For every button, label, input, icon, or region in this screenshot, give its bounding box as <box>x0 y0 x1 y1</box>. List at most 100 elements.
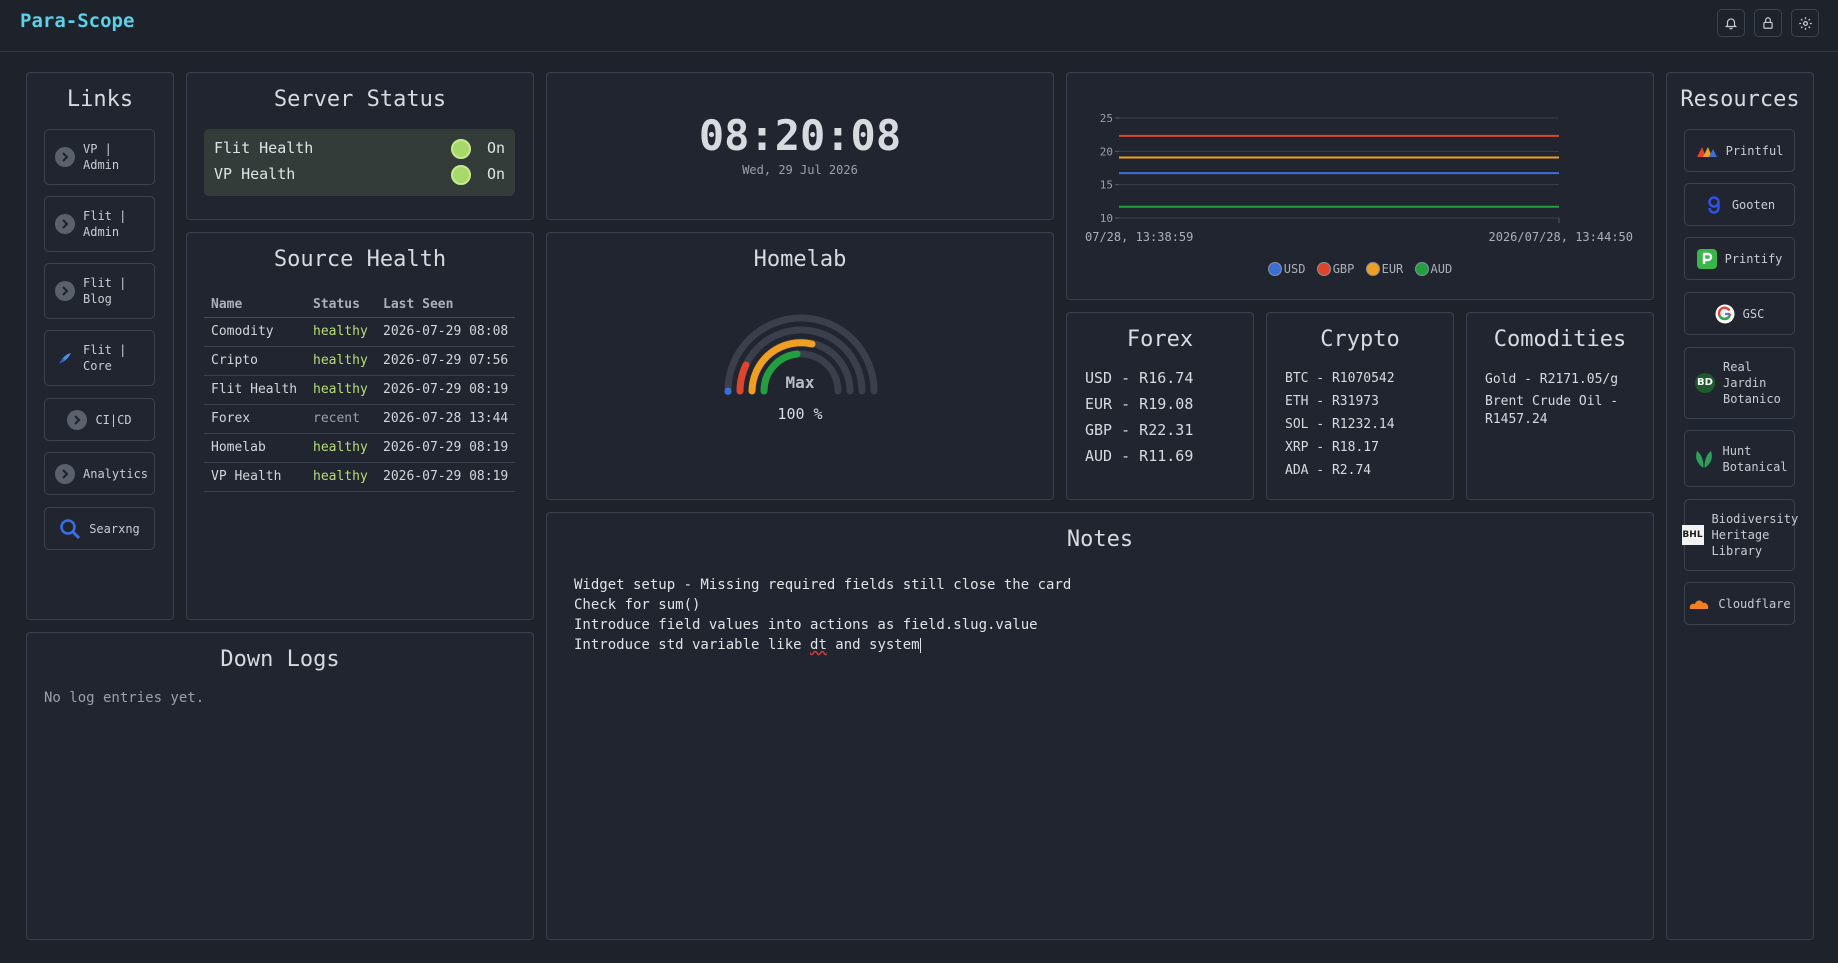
resource-label: Cloudflare <box>1718 596 1791 611</box>
list-item: SOL - R1232.14 <box>1285 417 1395 432</box>
resource-label: Real Jardin Botanico <box>1723 360 1781 406</box>
notes-panel[interactable]: Notes Widget setup - Missing required fi… <box>546 512 1654 940</box>
source-health-panel: Source Health Name Status Last Seen Como… <box>186 232 534 620</box>
clock-date: Wed, 29 Jul 2026 <box>742 163 858 177</box>
link-searxng[interactable]: Searxng <box>44 507 155 550</box>
cell-last-seen: 2026-07-29 08:19 <box>376 375 515 405</box>
crypto-title: Crypto <box>1320 327 1400 352</box>
bird-icon <box>55 348 75 368</box>
cell-status: recent <box>306 404 376 434</box>
table-row: VP Health healthy 2026-07-29 08:19 <box>204 462 515 492</box>
list-item: BTC - R1070542 <box>1285 371 1395 386</box>
clock-time: 08:20:08 <box>698 111 902 160</box>
server-state: On <box>486 165 505 183</box>
table-header: Name Status Last Seen <box>204 293 515 318</box>
server-name: VP Health <box>214 165 296 183</box>
note-text: and system <box>826 637 920 653</box>
list-item: USD - R16.74 <box>1085 369 1194 387</box>
y-tick-label: 25 <box>1100 112 1113 125</box>
y-tick-label: 10 <box>1100 212 1113 225</box>
cell-status: healthy <box>306 375 376 405</box>
text-caret <box>919 637 921 653</box>
source-health-table: Name Status Last Seen Comodity healthy 2… <box>204 293 515 492</box>
cell-name: Forex <box>204 404 306 434</box>
cell-name: Flit Health <box>204 375 306 405</box>
forex-title: Forex <box>1126 327 1194 352</box>
bhl-logo-icon: BHL <box>1681 525 1704 545</box>
app-title[interactable]: Para-Scope <box>20 10 134 32</box>
resources-panel: Resources Printful Gooten Printify GSC B… <box>1666 72 1814 940</box>
link-flit-core[interactable]: Flit | Core <box>44 330 155 386</box>
link-flit-blog[interactable]: Flit | Blog <box>44 263 155 319</box>
source-health-title: Source Health <box>273 247 447 272</box>
server-row: VP Health On <box>214 165 505 185</box>
chart-legend: USD GBP EUR AUD <box>1067 262 1653 279</box>
bell-icon <box>1724 18 1738 30</box>
resource-printify[interactable]: Printify <box>1684 237 1795 280</box>
chevron-right-icon <box>67 409 88 430</box>
gooten-logo-icon <box>1704 195 1724 215</box>
notifications-button[interactable] <box>1717 9 1745 37</box>
list-item: ETH - R31973 <box>1285 394 1379 409</box>
status-indicator <box>451 139 471 159</box>
note-text: Introduce std variable like <box>574 637 811 653</box>
settings-button[interactable] <box>1791 9 1819 37</box>
forex-line-chart: 10 15 20 25 07/28, 13:38:59 2026/07/28, 13:44… <box>1085 112 1634 244</box>
legend-usd[interactable]: USD <box>1267 262 1305 276</box>
notes-editor[interactable]: Widget setup - Missing required fields s… <box>574 575 1071 655</box>
gauge-label: Max <box>785 373 815 392</box>
lock-icon <box>1763 17 1773 29</box>
cell-last-seen: 2026-07-29 08:19 <box>376 462 515 492</box>
forex-panel: Forex USD - R16.74 EUR - R19.08 GBP - R2… <box>1066 312 1254 500</box>
list-item: Brent Crude Oil - R1457.24 <box>1485 394 1619 427</box>
server-status-box: Flit Health On VP Health On <box>204 129 515 196</box>
bd-logo-icon: BD <box>1695 373 1715 393</box>
note-line: Check for sum() <box>574 597 701 613</box>
cell-status: healthy <box>306 433 376 463</box>
resource-real-jardin-botanico[interactable]: BD Real Jardin Botanico <box>1684 347 1795 419</box>
link-ci-cd[interactable]: CI|CD <box>44 398 155 441</box>
resource-printful[interactable]: Printful <box>1684 129 1795 172</box>
chevron-right-icon <box>55 463 75 484</box>
homelab-panel: Homelab Max 100 % <box>546 232 1054 500</box>
chevron-right-icon <box>55 281 75 301</box>
forex-list: USD - R16.74 EUR - R19.08 GBP - R22.31 A… <box>1085 369 1193 473</box>
server-name: Flit Health <box>214 139 314 157</box>
list-item: AUD - R11.69 <box>1085 447 1194 465</box>
link-vp-admin[interactable]: VP | Admin <box>44 129 155 185</box>
gear-icon <box>1798 16 1812 30</box>
column-header: Status <box>306 293 376 318</box>
table-row: Flit Health healthy 2026-07-29 08:19 <box>204 375 515 405</box>
cell-name: Comodity <box>204 317 306 347</box>
cloudflare-logo-icon <box>1688 597 1710 611</box>
status-indicator <box>451 165 471 185</box>
link-label: Searxng <box>89 521 140 536</box>
legend-gbp[interactable]: GBP <box>1316 262 1354 276</box>
down-logs-panel: Down Logs No log entries yet. <box>26 632 534 940</box>
link-label: Flit | Blog <box>83 276 127 306</box>
resource-hunt-botanical[interactable]: Hunt Botanical <box>1684 430 1795 487</box>
down-logs-title: Down Logs <box>220 647 340 672</box>
legend-label: AUD <box>1430 262 1453 276</box>
cell-name: Homelab <box>204 433 306 463</box>
table-row: Forex recent 2026-07-28 13:44 <box>204 404 515 434</box>
lock-button[interactable] <box>1754 9 1782 37</box>
resource-gsc[interactable]: GSC <box>1684 292 1795 335</box>
list-item: GBP - R22.31 <box>1085 421 1194 439</box>
link-analytics[interactable]: Analytics <box>44 452 155 495</box>
resources-title: Resources <box>1680 87 1800 112</box>
link-label: Flit | Core <box>83 343 127 373</box>
y-tick-label: 15 <box>1100 179 1113 192</box>
legend-aud[interactable]: AUD <box>1414 262 1453 276</box>
list-item: EUR - R19.08 <box>1085 395 1194 413</box>
link-flit-admin[interactable]: Flit | Admin <box>44 196 155 252</box>
legend-eur[interactable]: EUR <box>1365 262 1403 276</box>
resource-cloudflare[interactable]: Cloudflare <box>1684 582 1795 625</box>
commodities-panel: Comodities Gold - R2171.05/g Brent Crude… <box>1466 312 1654 500</box>
resource-gooten[interactable]: Gooten <box>1684 183 1795 226</box>
x-end-label: 2026/07/28, 13:44:50 <box>1489 230 1634 244</box>
resource-biodiversity-heritage-library[interactable]: BHL Biodiversity Heritage Library <box>1681 499 1799 571</box>
note-line: Introduce std variable like dt and syste… <box>574 635 1071 655</box>
resource-label: Biodiversity Heritage Library <box>1711 512 1799 558</box>
cell-status: healthy <box>306 462 376 492</box>
